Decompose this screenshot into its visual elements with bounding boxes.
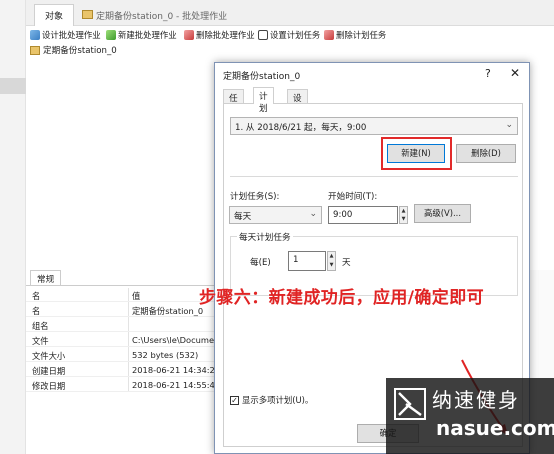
dialog-title: 定期备份station_0: [223, 72, 301, 82]
property-row: 文件大小 532 bytes (532): [26, 348, 216, 362]
delete-schedule-button[interactable]: 删除(D): [456, 144, 516, 163]
left-rail-selected: [0, 78, 26, 94]
delete-schedule-label: 删除计划任务: [336, 30, 387, 40]
chevron-down-icon: ⌄: [505, 120, 513, 130]
new-batch-job-label: 新建批处理作业: [118, 30, 177, 40]
property-key: 文件大小: [32, 351, 66, 361]
toolbar: 设计批处理作业 新建批处理作业 删除批处理作业 设置计划任务 删除计划任务: [26, 27, 554, 43]
new-batch-job-button[interactable]: 新建批处理作业: [106, 29, 177, 41]
schedule-frequency-select[interactable]: 每天 ⌄: [229, 206, 322, 224]
property-key: 名: [32, 306, 41, 316]
set-schedule-label: 设置计划任务: [270, 30, 321, 40]
schedule-task-label: 计划任务(S):: [230, 192, 280, 202]
property-row: 创建日期 2018-06-21 14:34:29: [26, 363, 220, 377]
property-value: 2018-06-21 14:34:29: [132, 365, 221, 375]
tab-general[interactable]: 常规: [30, 270, 62, 285]
property-row: 名 定期备份station_0: [26, 303, 216, 317]
tab-settings[interactable]: 设置: [287, 89, 308, 116]
chevron-down-icon: ⌄: [309, 209, 317, 219]
tab-schedule[interactable]: 计划: [253, 87, 274, 114]
start-time-spinner[interactable]: ▲ ▼: [399, 206, 408, 224]
day-unit-label: 天: [342, 258, 351, 268]
new-schedule-button[interactable]: 新建(N): [387, 144, 445, 163]
schedule-dropdown[interactable]: 1. 从 2018/6/21 起，每天，9:00 ⌄: [230, 117, 518, 135]
checkbox-checked-icon: ✓: [230, 395, 239, 405]
property-key: 组名: [32, 321, 49, 331]
show-multiple-label: 显示多项计划(U)。: [242, 395, 314, 405]
set-schedule-button[interactable]: 设置计划任务: [258, 29, 320, 41]
step-annotation: 步骤六：新建成功后，应用/确定即可: [199, 288, 485, 308]
tab-task[interactable]: 任务: [223, 89, 244, 116]
delete-schedule-button[interactable]: 删除计划任务: [324, 29, 386, 41]
delete-batch-job-label: 删除批处理作业: [196, 30, 255, 40]
delete-batch-icon: [184, 30, 194, 40]
tab-batch-job-label: 定期备份station_0 - 批处理作业: [96, 12, 228, 22]
batch-job-icon: [30, 45, 40, 55]
start-time-value: 9:00: [333, 210, 353, 220]
property-key: 创建日期: [32, 366, 66, 376]
property-value: 定期备份station_0: [132, 306, 204, 316]
design-batch-job-label: 设计批处理作业: [42, 30, 101, 40]
new-batch-icon: [106, 30, 116, 40]
properties-divider: [26, 285, 216, 286]
property-row: 文件 C:\Users\le\Documen: [26, 333, 220, 347]
schedule-frequency-value: 每天: [234, 212, 252, 222]
properties-header: 名 值: [26, 288, 216, 302]
close-icon[interactable]: ✕: [510, 66, 520, 80]
delete-schedule-icon: [324, 30, 334, 40]
daily-schedule-title: 每天计划任务: [237, 231, 293, 243]
every-days-spinner[interactable]: ▲ ▼: [327, 251, 336, 271]
show-multiple-checkbox[interactable]: ✓ 显示多项计划(U)。: [230, 394, 313, 406]
batch-job-name: 定期备份station_0: [43, 46, 117, 56]
header-name: 名: [32, 291, 41, 301]
every-days-input[interactable]: 1: [288, 251, 326, 271]
property-value: 2018-06-21 14:55:41: [132, 380, 221, 390]
tab-objects[interactable]: 对象: [34, 4, 75, 26]
watermark-cn: 纳速健身: [432, 388, 520, 412]
watermark-logo: 纳速健身 nasue.com: [386, 378, 554, 454]
header-value: 值: [132, 291, 141, 301]
batch-job-icon: [82, 10, 93, 19]
help-icon[interactable]: ?: [485, 67, 491, 80]
left-rail: [0, 0, 26, 454]
logo-mark-icon: [394, 388, 426, 420]
start-time-label: 开始时间(T):: [328, 192, 378, 202]
property-row: 修改日期 2018-06-21 14:55:41: [26, 378, 220, 392]
watermark-en: nasue.com: [436, 416, 554, 440]
batch-job-list-item[interactable]: 定期备份station_0: [30, 44, 117, 56]
clock-icon: [258, 30, 268, 40]
design-batch-job-button[interactable]: 设计批处理作业: [30, 29, 101, 41]
property-key: 文件: [32, 336, 49, 346]
delete-batch-job-button[interactable]: 删除批处理作业: [184, 29, 255, 41]
every-days-value: 1: [293, 255, 299, 265]
property-key: 修改日期: [32, 381, 66, 391]
property-value: C:\Users\le\Documen: [132, 335, 220, 345]
tab-batch-job[interactable]: 定期备份station_0 - 批处理作业: [78, 5, 233, 25]
start-time-input[interactable]: 9:00: [328, 206, 398, 224]
properties-panel: 常规 名 值 名 定期备份station_0 组名 文件 C:\Users\le…: [26, 268, 220, 454]
advanced-button[interactable]: 高级(V)...: [414, 204, 471, 223]
separator: [230, 176, 518, 177]
property-row: 组名: [26, 318, 216, 332]
tab-bar: 对象 定期备份station_0 - 批处理作业: [26, 0, 554, 26]
dialog-title-bar: 定期备份station_0 ? ✕: [215, 63, 529, 85]
design-icon: [30, 30, 40, 40]
property-value: 532 bytes (532): [132, 350, 199, 360]
schedule-dropdown-value: 1. 从 2018/6/21 起，每天，9:00: [235, 123, 367, 133]
every-label: 每(E): [250, 258, 271, 268]
